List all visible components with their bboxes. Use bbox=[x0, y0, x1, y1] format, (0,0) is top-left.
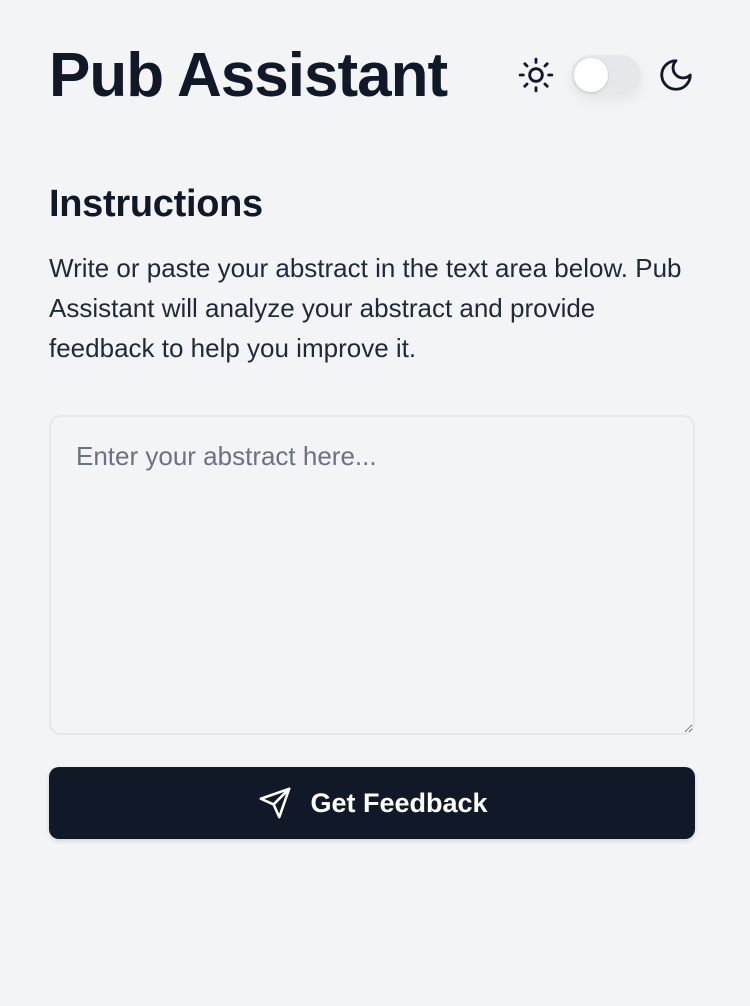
get-feedback-button[interactable]: Get Feedback bbox=[49, 767, 695, 839]
instructions-text: Write or paste your abstract in the text… bbox=[49, 253, 682, 363]
app-container: Pub Assistant Instructions Write or past… bbox=[49, 0, 695, 839]
get-feedback-label: Get Feedback bbox=[310, 787, 488, 818]
moon-icon bbox=[657, 56, 695, 94]
send-icon bbox=[256, 784, 294, 822]
instructions-heading: Instructions bbox=[49, 183, 263, 225]
theme-toggle bbox=[517, 52, 695, 98]
sun-icon bbox=[517, 56, 555, 94]
theme-switch[interactable] bbox=[571, 55, 641, 95]
abstract-input[interactable] bbox=[49, 415, 695, 735]
app-title: Pub Assistant bbox=[49, 41, 448, 110]
header: Pub Assistant bbox=[49, 0, 695, 150]
switch-knob bbox=[574, 58, 608, 92]
